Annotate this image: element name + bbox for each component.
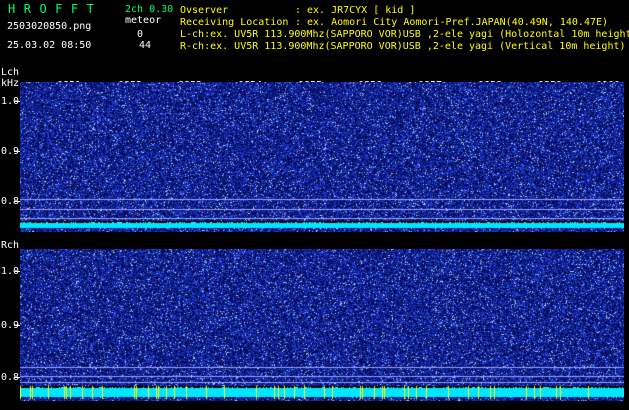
channel-mode: 2ch 0.30 [125, 4, 174, 15]
lch-description: L-ch:ex. UV5R 113.900Mhz(SAPPORO VOR)USB… [180, 29, 629, 40]
observer-value: ex. JR7CYX [ kid ] [307, 5, 416, 16]
location-separator: : [295, 17, 302, 28]
meteor-label: meteor [125, 15, 162, 26]
rch-label: Rch [1, 240, 20, 251]
date-time: 25.03.02 08:50 [7, 40, 92, 51]
lch-unit: kHz [1, 78, 20, 89]
location-label: Receiving Location [180, 17, 289, 28]
rch-description: R-ch:ex. UV5R 113.900Mhz(SAPPORO VOR)USB… [180, 41, 626, 52]
meteor-count-rch: 44 [139, 40, 152, 51]
observer-separator: : [295, 5, 302, 16]
lch-label: Lch [1, 67, 20, 78]
lch-spectrogram [20, 82, 624, 232]
app-logo: HROFFT [8, 2, 103, 16]
file-name: 2503020850.png [7, 21, 92, 32]
rch-spectrogram [20, 249, 624, 401]
location-value: ex. Aomori City Aomori-Pref.JAPAN(40.49N… [307, 17, 609, 28]
observer-label: Ovserver [180, 5, 229, 16]
meteor-count-lch: 0 [137, 29, 144, 40]
